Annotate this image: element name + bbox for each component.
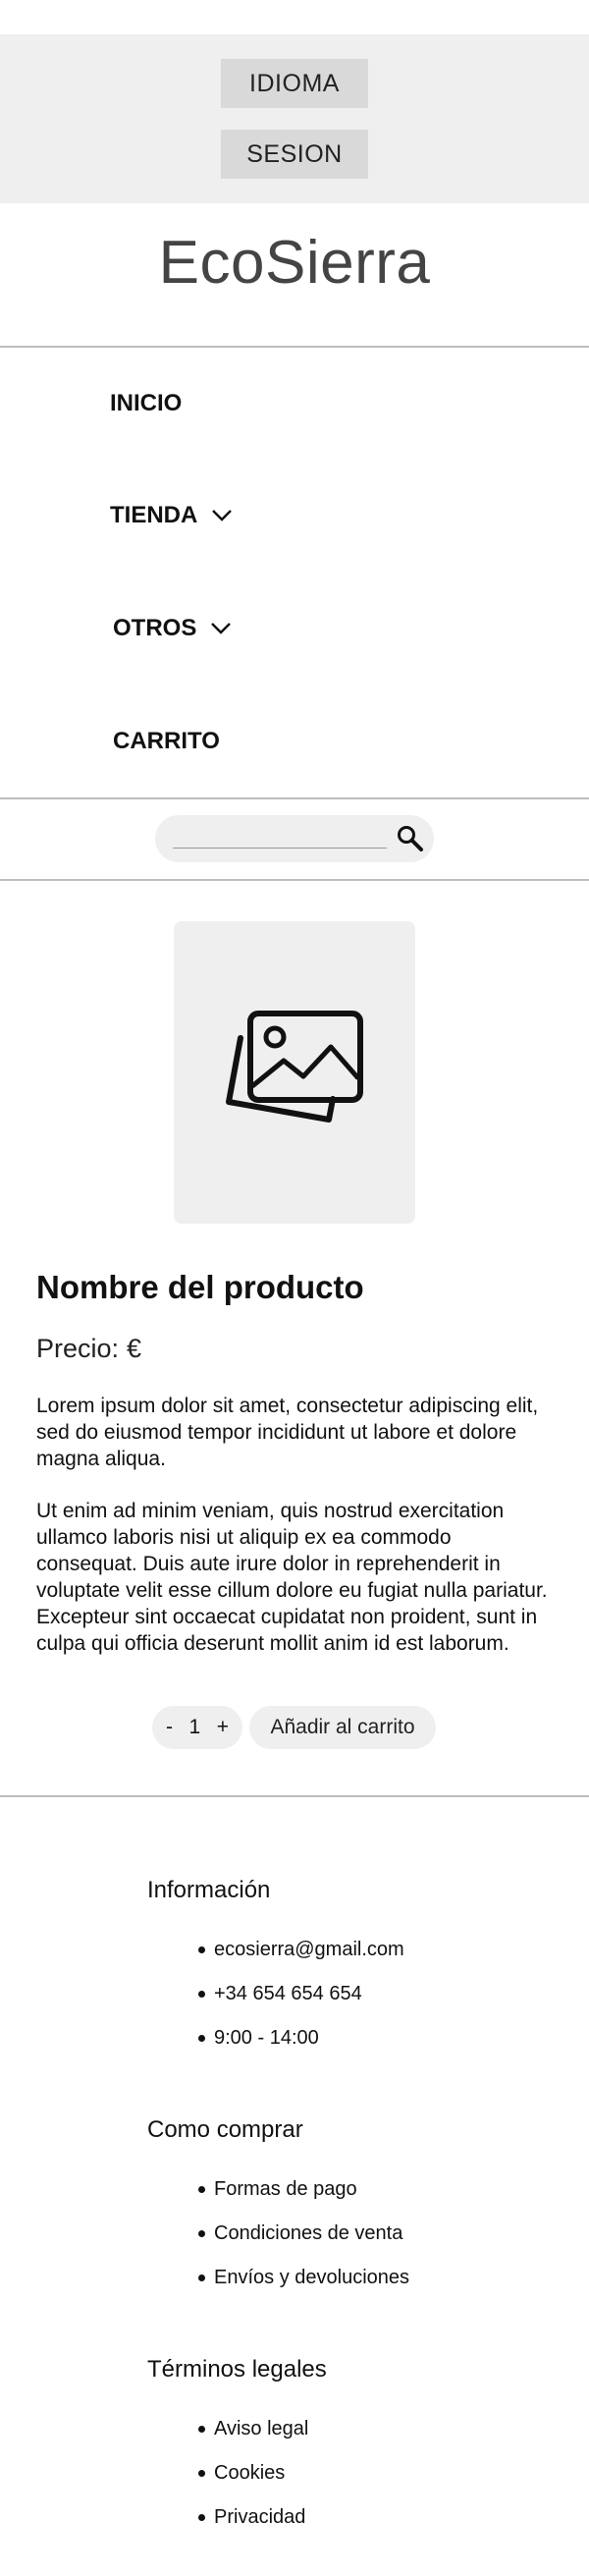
product-name: Nombre del producto bbox=[36, 1269, 364, 1305]
footer-phone[interactable]: +34 654 654 654 bbox=[198, 1981, 404, 2025]
nav-item-label: OTROS bbox=[113, 615, 197, 641]
product-price: Precio: € bbox=[36, 1334, 141, 1364]
chevron-down-icon bbox=[212, 510, 233, 521]
price-label: Precio: bbox=[36, 1334, 120, 1363]
footer-link[interactable]: Formas de pago bbox=[197, 2176, 409, 2220]
footer-hours: 9:00 - 14:00 bbox=[198, 2025, 404, 2069]
product-description: Ut enim ad minim veniam, quis nostrud ex… bbox=[36, 1500, 548, 1655]
search-button[interactable] bbox=[393, 821, 428, 856]
nav-item-tienda[interactable]: TIENDA bbox=[110, 502, 233, 529]
search-icon bbox=[398, 826, 423, 851]
product-image bbox=[174, 921, 415, 1224]
divider bbox=[0, 1795, 589, 1797]
divider bbox=[0, 797, 589, 799]
footer-link[interactable]: Condiciones de venta bbox=[197, 2220, 409, 2265]
footer-link[interactable]: Aviso legal bbox=[197, 2416, 308, 2460]
language-button[interactable]: IDIOMA bbox=[221, 59, 368, 108]
footer-list-como-comprar: Formas de pago Condiciones de venta Enví… bbox=[197, 2176, 409, 2309]
divider bbox=[0, 879, 589, 881]
nav-item-label: TIENDA bbox=[110, 502, 198, 528]
add-to-cart-button[interactable]: Añadir al carrito bbox=[249, 1706, 436, 1749]
quantity-stepper[interactable]: - 1 + bbox=[152, 1706, 242, 1749]
nav-item-inicio[interactable]: INICIO bbox=[110, 390, 182, 417]
footer-link[interactable]: Privacidad bbox=[197, 2504, 308, 2549]
nav-item-carrito[interactable]: CARRITO bbox=[113, 728, 220, 755]
footer-link[interactable]: Cookies bbox=[197, 2460, 308, 2504]
search-bar[interactable] bbox=[155, 815, 434, 862]
divider bbox=[0, 346, 589, 348]
image-placeholder-icon bbox=[226, 1011, 363, 1123]
price-currency: € bbox=[127, 1334, 142, 1363]
nav-item-otros[interactable]: OTROS bbox=[113, 615, 232, 642]
top-bar: IDIOMA SESION bbox=[0, 34, 589, 203]
quantity-value: 1 bbox=[188, 1716, 201, 1738]
nav-item-label: CARRITO bbox=[113, 728, 220, 754]
chevron-down-icon bbox=[211, 623, 232, 634]
footer-heading-terminos-legales: Términos legales bbox=[147, 2356, 327, 2383]
session-button[interactable]: SESION bbox=[221, 130, 368, 179]
footer-heading-como-comprar: Como comprar bbox=[147, 2116, 303, 2143]
nav-item-label: INICIO bbox=[110, 390, 183, 416]
product-description: Lorem ipsum dolor sit amet, consectetur … bbox=[36, 1395, 539, 1470]
decrement-button[interactable]: - bbox=[166, 1716, 173, 1739]
footer-list-terminos-legales: Aviso legal Cookies Privacidad bbox=[197, 2416, 308, 2549]
increment-button[interactable]: + bbox=[217, 1716, 229, 1739]
footer-heading-informacion: Información bbox=[147, 1877, 271, 1903]
footer-email[interactable]: ecosierra@gmail.com bbox=[198, 1937, 404, 1981]
footer-link[interactable]: Envíos y devoluciones bbox=[197, 2265, 409, 2309]
brand-logo[interactable]: EcoSierra bbox=[0, 228, 589, 298]
footer-list-informacion: ecosierra@gmail.com +34 654 654 654 9:00… bbox=[198, 1937, 404, 2069]
search-input[interactable] bbox=[173, 848, 387, 849]
